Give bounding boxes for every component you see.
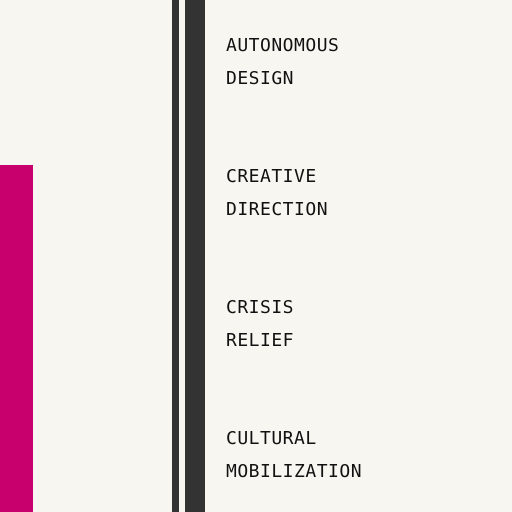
menu-item-autonomous-design[interactable]: AUTONOMOUS DESIGN xyxy=(226,29,506,95)
menu-item-creative-direction[interactable]: CREATIVE DIRECTION xyxy=(226,160,506,226)
menu-item-label-line-2: RELIEF xyxy=(226,330,295,351)
menu-item-label-line-2: DIRECTION xyxy=(226,199,329,220)
menu-item-label-line-1: CRISIS xyxy=(226,297,295,318)
menu-item-cultural-mobilization[interactable]: CULTURAL MOBILIZATION xyxy=(226,422,506,488)
menu-list: AUTONOMOUS DESIGN CREATIVE DIRECTION CRI… xyxy=(226,0,506,512)
menu-item-label-line-1: AUTONOMOUS xyxy=(226,35,340,56)
page: AUTONOMOUS DESIGN CREATIVE DIRECTION CRI… xyxy=(0,0,512,512)
menu-item-label-line-2: MOBILIZATION xyxy=(226,461,363,482)
vertical-rule-thick xyxy=(185,0,205,512)
menu-item-crisis-relief[interactable]: CRISIS RELIEF xyxy=(226,291,506,357)
menu-item-label-line-1: CULTURAL xyxy=(226,428,317,449)
vertical-rule-thin xyxy=(172,0,179,512)
accent-bar xyxy=(0,165,33,512)
menu-item-label-line-2: DESIGN xyxy=(226,68,295,89)
menu-item-label-line-1: CREATIVE xyxy=(226,166,317,187)
